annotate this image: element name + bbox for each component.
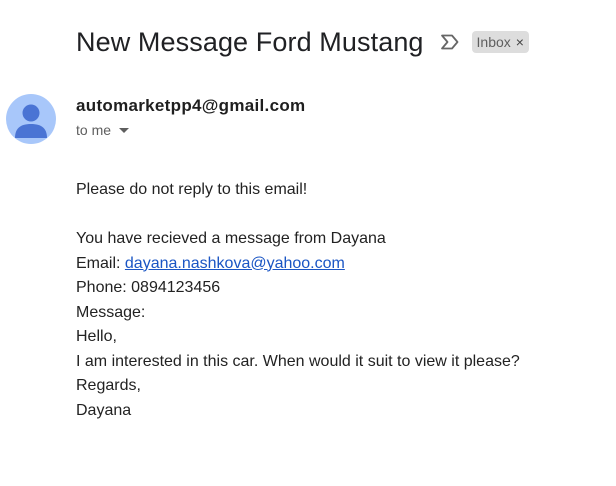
- inbox-label-text: Inbox: [476, 34, 511, 50]
- email-line: Email: dayana.nashkova@yahoo.com: [76, 252, 606, 277]
- inbox-label-chip[interactable]: Inbox ×: [471, 31, 529, 53]
- message-line: Regards,: [76, 377, 141, 394]
- message-body: Please do not reply to this email! You h…: [76, 178, 606, 423]
- subject-row: New Message Ford Mustang Inbox ×: [76, 22, 529, 62]
- remove-label-icon[interactable]: ×: [516, 35, 524, 49]
- recipient-text: to me: [76, 122, 112, 138]
- default-person-avatar-icon: [15, 104, 47, 138]
- intro-line: You have recieved a message from Dayana: [76, 230, 386, 247]
- sender-email[interactable]: automarketpp4@gmail.com: [76, 96, 305, 116]
- contact-email-link[interactable]: dayana.nashkova@yahoo.com: [125, 255, 345, 272]
- phone-line: Phone: 0894123456: [76, 276, 606, 301]
- email-label: Email:: [76, 254, 125, 272]
- message-line: I am interested in this car. When would …: [76, 352, 520, 370]
- message-line: Dayana: [76, 401, 132, 419]
- recipient-details-toggle[interactable]: to me: [76, 122, 130, 138]
- importance-marker-icon[interactable]: [440, 32, 460, 52]
- email-subject: New Message Ford Mustang: [76, 27, 424, 57]
- phone-label: Phone:: [76, 279, 132, 296]
- notice-line: Please do not reply to this email!: [76, 181, 308, 198]
- phone-value: 0894123456: [131, 279, 221, 296]
- message-line: Hello,: [76, 328, 117, 345]
- sender-avatar[interactable]: [6, 94, 56, 144]
- message-label: Message:: [76, 303, 146, 321]
- caret-down-icon[interactable]: [119, 127, 130, 133]
